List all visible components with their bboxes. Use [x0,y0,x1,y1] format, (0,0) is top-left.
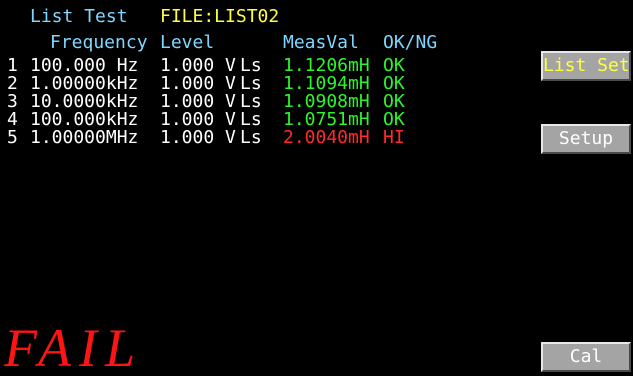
column-header-frequency: Frequency [50,32,148,53]
cal-button[interactable]: Cal [541,342,631,372]
row-index: 5 [7,127,18,148]
setup-button[interactable]: Setup [541,124,631,154]
column-header-measval: MeasVal [283,32,359,53]
column-header-level: Level [160,32,215,53]
row-level: 1.000 V [160,127,236,148]
column-header-result: OK/NG [383,32,438,53]
table-row: 5 1.00000MHz 1.000 V Ls 2.0040mH HI [0,129,520,147]
row-parameter: Ls [240,127,262,148]
list-set-button[interactable]: List Set [541,51,631,81]
file-name: FILE:LIST02 [160,6,280,27]
row-frequency: 1.00000MHz [30,127,139,148]
row-result: HI [383,127,405,148]
fail-verdict: FAIL [4,318,144,376]
mode-title: List Test [30,6,128,27]
row-measval: 2.0040mH [283,127,370,148]
